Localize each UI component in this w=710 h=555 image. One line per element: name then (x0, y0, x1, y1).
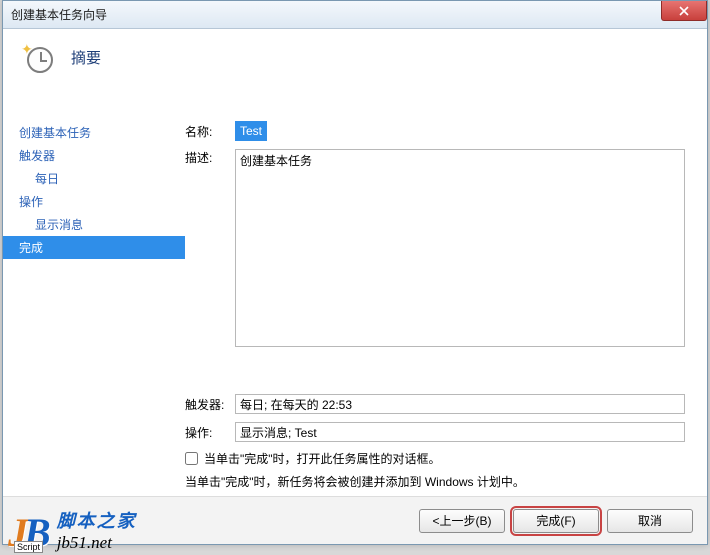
window-title: 创建基本任务向导 (11, 6, 107, 23)
step-daily[interactable]: 每日 (15, 167, 185, 190)
step-finish[interactable]: 完成 (3, 236, 185, 259)
wizard-window: 创建基本任务向导 ✦ 摘要 创建基本任务 触发器 每日 操作 显示消息 完成 (2, 0, 708, 545)
action-value-box: 显示消息; Test (235, 422, 685, 442)
step-trigger[interactable]: 触发器 (15, 144, 185, 167)
trigger-value: 每日; 在每天的 22:53 (240, 396, 352, 413)
step-create-basic-task[interactable]: 创建基本任务 (15, 121, 185, 144)
name-label: 名称: (185, 123, 235, 140)
titlebar: 创建基本任务向导 (3, 1, 707, 29)
finish-note: 当单击"完成"时，新任务将会被创建并添加到 Windows 计划中。 (185, 473, 685, 490)
content-area: ✦ 摘要 创建基本任务 触发器 每日 操作 显示消息 完成 名称: Test (3, 29, 707, 544)
name-value: Test (235, 121, 267, 141)
description-value: 创建基本任务 (240, 154, 312, 168)
open-properties-label: 当单击"完成"时，打开此任务属性的对话框。 (204, 450, 441, 467)
description-label: 描述: (185, 149, 235, 166)
action-value: 显示消息; Test (240, 424, 317, 441)
back-button[interactable]: <上一步(B) (419, 509, 505, 533)
step-action[interactable]: 操作 (15, 190, 185, 213)
main-panel: 名称: Test 描述: 创建基本任务 触发器: (185, 121, 707, 494)
wizard-header: ✦ 摘要 (3, 29, 707, 93)
open-properties-checkbox[interactable] (185, 452, 198, 465)
trigger-label: 触发器: (185, 396, 235, 413)
finish-button[interactable]: 完成(F) (513, 509, 599, 533)
task-scheduler-icon: ✦ (21, 41, 53, 73)
close-button[interactable] (661, 1, 707, 21)
step-show-message[interactable]: 显示消息 (15, 213, 185, 236)
close-icon (678, 6, 690, 16)
wizard-steps-sidebar: 创建基本任务 触发器 每日 操作 显示消息 完成 (3, 121, 185, 494)
trigger-value-box: 每日; 在每天的 22:53 (235, 394, 685, 414)
wizard-body: 创建基本任务 触发器 每日 操作 显示消息 完成 名称: Test 描述: (3, 121, 707, 494)
description-textarea[interactable]: 创建基本任务 (235, 149, 685, 347)
button-bar: <上一步(B) 完成(F) 取消 (3, 496, 707, 544)
name-input[interactable]: Test (235, 121, 685, 141)
action-label: 操作: (185, 424, 235, 441)
cancel-button[interactable]: 取消 (607, 509, 693, 533)
page-title: 摘要 (71, 47, 101, 68)
